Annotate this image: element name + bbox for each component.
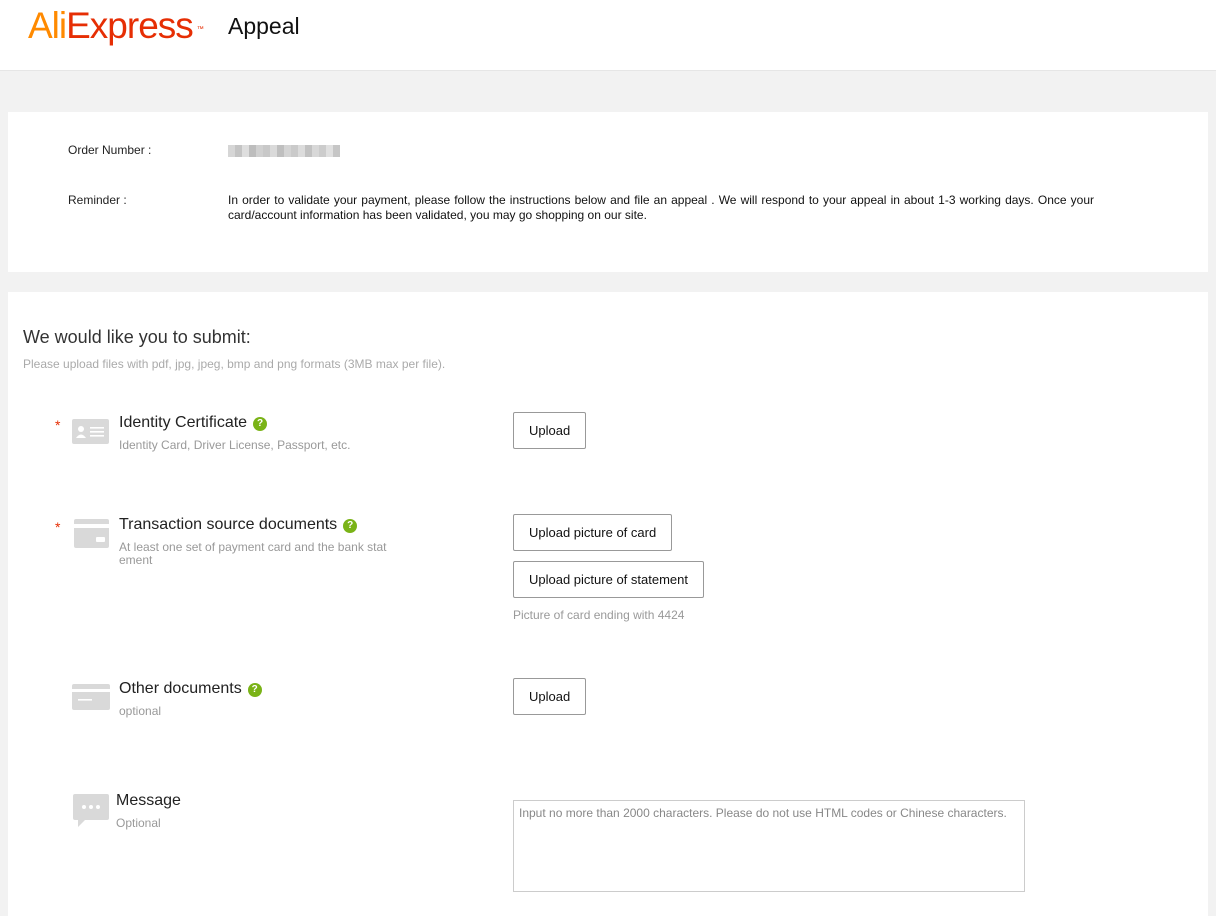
- identity-certificate-label: Identity Certificate: [119, 414, 248, 431]
- submit-heading: We would like you to submit:: [23, 327, 251, 347]
- upload-card-picture-button[interactable]: Upload picture of card: [513, 514, 673, 551]
- transaction-docs-label: Transaction source documents: [119, 516, 338, 533]
- submit-documents-panel: We would like you to submit: Please uplo…: [8, 292, 1208, 916]
- identity-certificate-desc: Identity Card, Driver License, Passport,…: [119, 438, 351, 452]
- document-card-icon: [72, 684, 110, 715]
- chat-bubble-icon: [73, 794, 109, 833]
- card-ending-note: Picture of card ending with 4424: [513, 608, 685, 622]
- required-mark: *: [55, 417, 61, 433]
- transaction-docs-desc-line1: At least one set of payment card and the…: [119, 540, 387, 554]
- help-icon[interactable]: ?: [343, 519, 358, 533]
- transaction-docs-title: Transaction source documents?: [119, 516, 358, 534]
- help-icon[interactable]: ?: [247, 683, 262, 697]
- order-number-label: Order Number :: [68, 143, 152, 157]
- top-header: AliExpress ™ Appeal: [0, 0, 1216, 71]
- order-info-panel: Order Number : Reminder : In order to va…: [8, 112, 1208, 272]
- required-mark: *: [55, 519, 61, 535]
- message-title: Message: [116, 792, 181, 809]
- reminder-text: In order to validate your payment, pleas…: [228, 193, 1094, 222]
- other-docs-label: Other documents: [119, 680, 242, 697]
- page-title: Appeal: [228, 13, 300, 39]
- aliexpress-logo[interactable]: AliExpress ™: [28, 4, 204, 48]
- logo-express-text: Express: [66, 5, 194, 46]
- upload-statement-picture-button[interactable]: Upload picture of statement: [513, 561, 704, 598]
- payment-card-icon: [74, 519, 109, 553]
- order-number-redacted: [228, 144, 340, 157]
- reminder-label: Reminder :: [68, 193, 127, 207]
- upload-other-docs-button[interactable]: Upload: [513, 678, 587, 715]
- submit-format-note: Please upload files with pdf, jpg, jpeg,…: [23, 357, 446, 371]
- upload-identity-button[interactable]: Upload: [513, 412, 587, 449]
- message-textarea[interactable]: [513, 800, 1025, 892]
- transaction-docs-desc-line2: ement: [119, 553, 153, 567]
- logo-ali-text: Ali: [28, 5, 67, 46]
- other-docs-desc: optional: [119, 704, 162, 718]
- help-icon[interactable]: ?: [253, 417, 268, 431]
- other-docs-title: Other documents?: [119, 680, 262, 698]
- logo-trademark: ™: [196, 26, 204, 33]
- id-card-icon: [72, 419, 109, 449]
- identity-certificate-title: Identity Certificate?: [119, 414, 268, 432]
- message-desc: Optional: [116, 816, 161, 830]
